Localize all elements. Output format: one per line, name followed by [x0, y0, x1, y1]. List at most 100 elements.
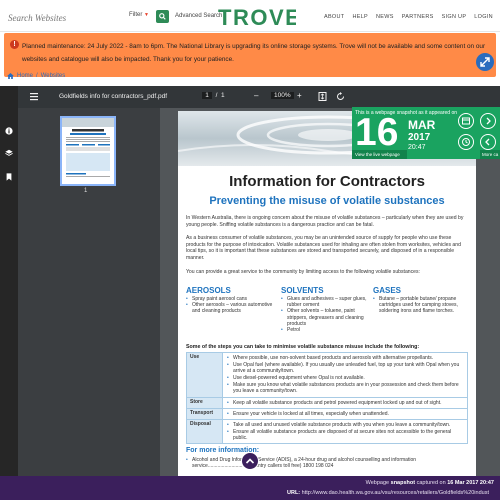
capture-bold: snapshot	[390, 480, 416, 486]
nav-login[interactable]: LOGIN	[474, 14, 493, 20]
list-item: Petrol	[281, 327, 376, 333]
row-body: Ensure your vehicle is locked at all tim…	[222, 407, 468, 420]
chevron-left-icon	[485, 138, 490, 146]
capture-mid: captured on	[415, 480, 448, 486]
fullscreen-button[interactable]	[476, 53, 494, 71]
list-item: Glues and adhesives – super glues, rubbe…	[281, 296, 376, 308]
filter-label: Filter	[129, 12, 143, 18]
calendar-button[interactable]	[458, 113, 474, 129]
list-item: Keep all volatile substance products and…	[226, 400, 464, 406]
pdf-toolbar: Goldfields info for contractors_pdf.pdf …	[18, 86, 500, 108]
menu-icon[interactable]	[30, 92, 38, 101]
list-item: Where possible, use non-solvent based pr…	[226, 355, 464, 361]
logo-text: TROVE	[218, 7, 296, 27]
list-item: Butane – portable butane/ propane cartri…	[373, 296, 468, 315]
list-item: Other aerosols – various automotive and …	[186, 302, 281, 314]
table-row: Transport Ensure your vehicle is locked …	[186, 407, 468, 420]
list-item: Use diesel-powered equipment where Opal …	[226, 375, 464, 381]
table-row: Use Where possible, use non-solvent base…	[186, 352, 468, 398]
table-row: Store Keep all volatile substance produc…	[186, 396, 468, 409]
breadcrumb-home[interactable]: Home	[17, 73, 33, 79]
home-icon	[7, 73, 14, 79]
page-current-input[interactable]: 1	[202, 92, 212, 99]
thumbnail-page-number: 1	[84, 188, 88, 194]
thumbnail-preview	[62, 118, 114, 177]
list-item: Ensure your vehicle is locked at all tim…	[226, 411, 464, 417]
nav-news[interactable]: NEWS	[376, 14, 394, 20]
row-label: Store	[186, 396, 223, 409]
row-body: Where possible, use non-solvent based pr…	[222, 352, 468, 398]
page-thumbnail[interactable]	[60, 116, 116, 186]
nav-partners[interactable]: PARTNERS	[402, 14, 434, 20]
row-label: Transport	[186, 407, 223, 420]
rotate-icon[interactable]	[336, 92, 345, 101]
thumbnail-panel: 1	[18, 108, 160, 476]
list-item: Other solvents – toluene, paint stripper…	[281, 308, 376, 327]
url-value[interactable]: http://www.dao.health.wa.gov.au/vsu/reso…	[300, 490, 489, 496]
alert-icon: !	[10, 40, 19, 49]
row-label: Disposal	[186, 418, 223, 445]
trove-logo[interactable]: TROVE	[218, 7, 296, 27]
nav-sign-up[interactable]: SIGN UP	[442, 14, 467, 20]
search-icon	[159, 13, 166, 20]
nav-help[interactable]: HELP	[352, 14, 368, 20]
breadcrumb: Home / Websites	[7, 73, 65, 79]
steps-heading: Some of the steps you can take to minimi…	[186, 344, 420, 350]
capture-info: Webpage snapshot captured on 16 Mar 2017…	[366, 480, 494, 486]
page-separator: /	[213, 92, 220, 99]
history-button[interactable]	[458, 134, 474, 150]
snapshot-time: 20:47	[408, 144, 426, 151]
pdf-page: Information for Contractors Preventing t…	[178, 111, 476, 476]
snapshot-year: 2017	[408, 132, 431, 143]
more-captures-link[interactable]: More ca	[480, 150, 500, 159]
list-item: Take all used and unused volatile substa…	[226, 422, 464, 428]
intro-paragraph: In Western Australia, there is ongoing c…	[186, 215, 464, 228]
main-nav: ABOUT HELP NEWS PARTNERS SIGN UP LOGIN	[324, 14, 493, 20]
chevron-up-icon	[245, 458, 255, 464]
layers-icon[interactable]	[5, 149, 13, 157]
capture-date: 16 Mar 2017 20:47	[447, 480, 494, 486]
chevron-down-icon: ▼	[144, 12, 149, 18]
list-item: Use Opal fuel (where available). If you …	[226, 362, 464, 374]
info-icon[interactable]	[5, 127, 13, 135]
zoom-level[interactable]: 100%	[271, 92, 294, 99]
snapshot-info-bar: Webpage snapshot captured on 16 Mar 2017…	[0, 476, 500, 500]
filter-button[interactable]: Filter ▼	[129, 12, 149, 18]
column-heading: SOLVENTS	[281, 286, 324, 295]
service-paragraph: You can provide a great service to the c…	[186, 269, 420, 275]
column-heading: AEROSOLS	[186, 286, 231, 295]
capture-prefix: Webpage	[365, 480, 391, 486]
fit-page-icon[interactable]	[318, 92, 327, 101]
search-button[interactable]	[156, 10, 169, 23]
search-input[interactable]	[8, 11, 118, 25]
chevron-right-icon	[486, 117, 491, 125]
pdf-filename: Goldfields info for contractors_pdf.pdf	[59, 93, 168, 100]
page-indicator: 1 / 1	[202, 92, 225, 99]
zoom-in-button[interactable]: +	[297, 91, 302, 100]
capture-url: URL: http://www.dao.health.wa.gov.au/vsu…	[287, 490, 489, 496]
zoom-out-button[interactable]: –	[254, 91, 258, 100]
nav-about[interactable]: ABOUT	[324, 14, 344, 20]
bookmark-icon[interactable]	[5, 173, 13, 181]
previous-snapshot-button[interactable]	[480, 134, 496, 150]
top-bar: Filter ▼ Advanced Search TROVE ABOUT HEL…	[0, 0, 500, 32]
document-title: Information for Contractors	[229, 173, 425, 190]
steps-table: Use Where possible, use non-solvent base…	[186, 352, 468, 445]
collapse-button[interactable]	[241, 452, 259, 470]
gases-column: GASES Butane – portable butane/ propane …	[373, 286, 468, 315]
column-heading: GASES	[373, 286, 402, 295]
row-body: Keep all volatile substance products and…	[222, 396, 468, 409]
supply-paragraph: As a business consumer of volatile subst…	[186, 235, 461, 261]
view-live-webpage-link[interactable]: View the live webpage	[352, 150, 407, 159]
snapshot-day: 16	[355, 111, 399, 154]
list-item: Make sure you know what volatile substan…	[226, 382, 464, 394]
advanced-search-link[interactable]: Advanced Search	[175, 13, 222, 19]
left-rail	[0, 86, 18, 476]
calendar-icon	[462, 117, 470, 125]
breadcrumb-current[interactable]: Websites	[41, 73, 66, 79]
table-row: Disposal Take all used and unused volati…	[186, 418, 468, 445]
aerosols-column: AEROSOLS Spray paint aerosol cans Other …	[186, 286, 281, 315]
maintenance-banner: ! Planned maintenance: 24 July 2022 - 8a…	[4, 33, 496, 77]
next-snapshot-button[interactable]	[480, 113, 496, 129]
solvents-column: SOLVENTS Glues and adhesives – super glu…	[281, 286, 376, 333]
